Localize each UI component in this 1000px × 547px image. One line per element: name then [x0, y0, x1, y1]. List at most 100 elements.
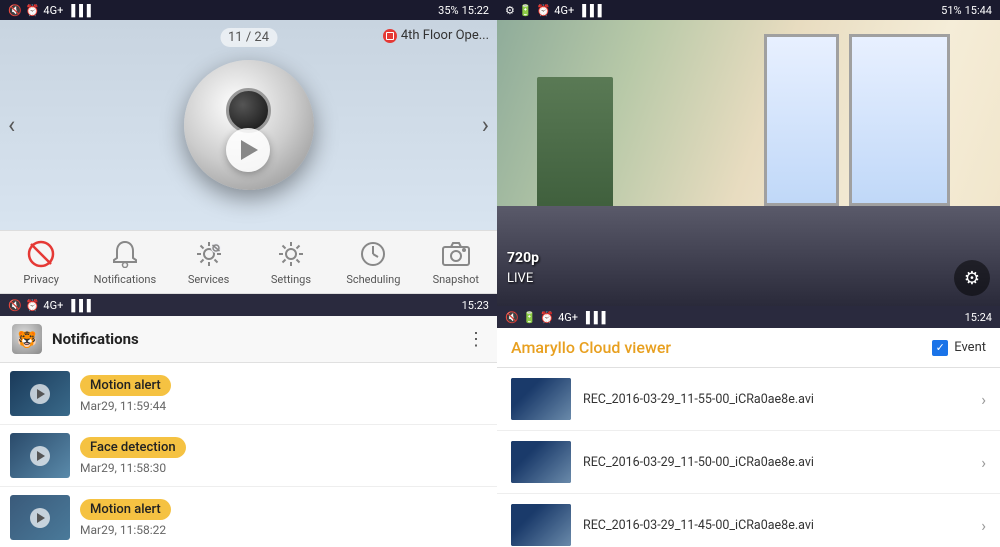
- left-status-bar: 🔇 ⏰ 4G+ ▐▐▐ 35% 15:22: [0, 0, 497, 20]
- scheduling-icon: [357, 238, 389, 270]
- battery-right: 51%: [941, 4, 961, 17]
- rec-arrow-1: ›: [981, 390, 986, 409]
- rec-name-3: REC_2016-03-29_11-45-00_iCRa0ae8e.avi: [583, 518, 969, 533]
- time-r2: 15:24: [965, 311, 992, 324]
- play-icon: [241, 140, 258, 160]
- notif-badge-3: Motion alert: [80, 499, 171, 520]
- cloud-title: Amaryllo Cloud viewer: [511, 338, 671, 357]
- toolbar-notifications[interactable]: Notifications: [94, 238, 157, 286]
- battery-left: 35%: [438, 4, 458, 17]
- room-elements: [497, 20, 1000, 306]
- battery-r2: 🔋: [523, 311, 537, 324]
- toolbar-privacy[interactable]: Privacy: [11, 238, 71, 286]
- live-settings-button[interactable]: ⚙: [954, 260, 990, 296]
- mute-icon-l2: 🔇: [8, 299, 22, 312]
- play-button[interactable]: [226, 128, 270, 172]
- mute-r: 🔇: [505, 311, 519, 324]
- notif-time-1: Mar29, 11:59:44: [80, 399, 487, 413]
- notifications-menu[interactable]: ⋮: [467, 329, 485, 350]
- notif-play-3: [30, 508, 50, 528]
- rec-name-1: REC_2016-03-29_11-55-00_iCRa0ae8e.avi: [583, 392, 969, 407]
- network-icon: 4G+: [43, 4, 63, 17]
- network-r: 4G+: [554, 4, 574, 17]
- resolution-badge: 720p: [507, 250, 539, 266]
- time-right: 15:44: [965, 4, 992, 17]
- alarm-icon-r: ⏰: [537, 4, 551, 17]
- snapshot-label: Snapshot: [433, 273, 479, 286]
- settings-icon: [275, 238, 307, 270]
- toolbar-settings[interactable]: Settings: [261, 238, 321, 286]
- notif-content-1: Motion alert Mar29, 11:59:44: [80, 374, 487, 413]
- event-toggle[interactable]: ✓ Event: [932, 340, 986, 356]
- services-icon: [193, 238, 225, 270]
- notification-item[interactable]: Motion alert Mar29, 11:59:44: [0, 363, 497, 425]
- nav-left-button[interactable]: ‹: [8, 111, 15, 139]
- toolbar: Privacy Notifications: [0, 230, 497, 294]
- notif-thumb-2: [10, 433, 70, 478]
- notif-content-3: Motion alert Mar29, 11:58:22: [80, 498, 487, 537]
- bars-l2: ▐▐▐: [67, 299, 90, 312]
- notifications-panel: 🐯 Notifications ⋮ Motion alert Mar29, 11…: [0, 316, 497, 547]
- camera-viewer: 11 / 24 4th Floor Ope... ‹ ›: [0, 20, 497, 230]
- signal-icon: 🔇: [8, 4, 22, 17]
- cloud-viewer: Amaryllo Cloud viewer ✓ Event REC_2016-0…: [497, 328, 1000, 547]
- signal-l2: 4G+: [43, 299, 63, 312]
- room-couch: [497, 206, 1000, 306]
- notif-play-2: [30, 446, 50, 466]
- live-view: 720p LIVE ⚙: [497, 20, 1000, 306]
- notification-item[interactable]: Motion alert Mar29, 11:58:22: [0, 487, 497, 547]
- settings-status-icon: ⚙: [505, 4, 515, 17]
- live-status-badge: LIVE: [507, 271, 533, 286]
- services-label: Services: [188, 273, 229, 286]
- stop-icon: [383, 29, 397, 43]
- alarm-r2: ⏰: [540, 311, 554, 324]
- event-checkbox[interactable]: ✓: [932, 340, 948, 356]
- right-bottom-status: 🔇 🔋 ⏰ 4G+ ▐▐▐ 15:24: [497, 306, 1000, 328]
- notifications-icon: [109, 238, 141, 270]
- room-window-2: [764, 34, 839, 206]
- scheduling-label: Scheduling: [346, 273, 400, 286]
- snapshot-icon: [440, 238, 472, 270]
- rec-arrow-2: ›: [981, 453, 986, 472]
- privacy-icon: [25, 238, 57, 270]
- camera-name: 4th Floor Ope...: [401, 28, 489, 43]
- notification-item[interactable]: Face detection Mar29, 11:58:30: [0, 425, 497, 487]
- room-window-1: [849, 34, 950, 206]
- settings-label: Settings: [271, 273, 311, 286]
- camera-device: [184, 60, 314, 190]
- toolbar-snapshot[interactable]: Snapshot: [426, 238, 486, 286]
- notif-content-2: Face detection Mar29, 11:58:30: [80, 436, 487, 475]
- left-bottom-status: 🔇 ⏰ 4G+ ▐▐▐ 15:23: [0, 294, 497, 316]
- nav-right-button[interactable]: ›: [482, 111, 489, 139]
- right-status-bar-top: ⚙ 🔋 ⏰ 4G+ ▐▐▐ 51% 15:44: [497, 0, 1000, 20]
- toolbar-services[interactable]: Services: [179, 238, 239, 286]
- recording-item[interactable]: REC_2016-03-29_11-50-00_iCRa0ae8e.avi ›: [497, 431, 1000, 494]
- notifications-label: Notifications: [94, 273, 157, 286]
- toolbar-scheduling[interactable]: Scheduling: [343, 238, 403, 286]
- battery-icon-r: 🔋: [519, 4, 533, 17]
- event-label: Event: [954, 340, 986, 355]
- notifications-header: 🐯 Notifications ⋮: [0, 316, 497, 363]
- notif-thumb-1: [10, 371, 70, 416]
- recording-item[interactable]: REC_2016-03-29_11-55-00_iCRa0ae8e.avi ›: [497, 368, 1000, 431]
- notif-time-2: Mar29, 11:58:30: [80, 461, 487, 475]
- alarm-icon-l2: ⏰: [26, 299, 40, 312]
- bars-r2: ▐▐▐: [582, 311, 605, 324]
- rec-thumb-1: [511, 378, 571, 420]
- recording-item[interactable]: REC_2016-03-29_11-45-00_iCRa0ae8e.avi ›: [497, 494, 1000, 547]
- camera-title: 4th Floor Ope...: [383, 28, 489, 43]
- notif-badge-2: Face detection: [80, 437, 186, 458]
- alarm-icon: ⏰: [26, 4, 40, 17]
- rec-arrow-3: ›: [981, 516, 986, 535]
- app-logo: 🐯: [12, 324, 42, 354]
- time-left: 15:22: [462, 4, 489, 17]
- left-panel: 11 / 24 4th Floor Ope... ‹ ›: [0, 20, 497, 547]
- time-l2: 15:23: [462, 299, 489, 312]
- wifi-icon: ▐▐▐: [67, 4, 90, 17]
- cloud-header: Amaryllo Cloud viewer ✓ Event: [497, 328, 1000, 368]
- notif-thumb-3: [10, 495, 70, 540]
- right-panel: 720p LIVE ⚙ 🔇 🔋 ⏰ 4G+ ▐▐▐ 15:24 Amaryllo…: [497, 20, 1000, 547]
- rec-name-2: REC_2016-03-29_11-50-00_iCRa0ae8e.avi: [583, 455, 969, 470]
- signal-r: ▐▐▐: [578, 4, 601, 17]
- privacy-label: Privacy: [23, 273, 59, 286]
